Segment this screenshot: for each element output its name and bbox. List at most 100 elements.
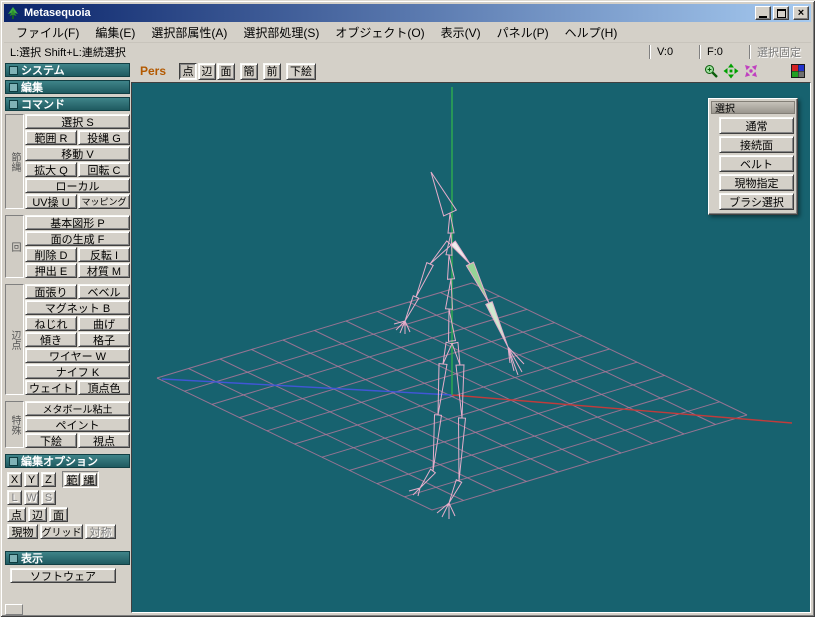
view-mode-label[interactable]: Pers <box>140 64 166 78</box>
symmetry-button[interactable]: 対称 <box>85 524 116 539</box>
vertex-count-label: V:0 <box>657 45 674 58</box>
element-face-button[interactable]: 面 <box>49 507 68 522</box>
menu-bar: ファイル(F) 編集(E) 選択部属性(A) 選択部処理(S) オブジェクト(O… <box>4 22 811 42</box>
maximize-button[interactable] <box>773 6 789 20</box>
menu-help[interactable]: ヘルプ(H) <box>557 22 626 43</box>
cmd-delete-button[interactable]: 削除 D <box>25 247 77 262</box>
axis-x-button[interactable]: X <box>7 472 22 487</box>
group-label-face: 回 <box>5 215 24 278</box>
cmd-invert-button[interactable]: 反転 I <box>78 247 130 262</box>
vt-point-button[interactable]: 点 <box>179 62 198 80</box>
group-label-edgepoint: 辺点 <box>5 284 24 395</box>
app-icon <box>6 6 20 20</box>
vt-underlay-button[interactable]: 下絵 <box>286 62 317 80</box>
menu-object[interactable]: オブジェクト(O) <box>327 22 432 43</box>
menu-view[interactable]: 表示(V) <box>433 22 489 43</box>
rope-button[interactable]: 縄 <box>81 473 97 486</box>
cmd-lasso-button[interactable]: 投縄 G <box>78 130 130 145</box>
cmd-rotate-button[interactable]: 回転 C <box>78 162 130 177</box>
cmd-move-button[interactable]: 移動 V <box>25 146 130 161</box>
coord-world-button[interactable]: W <box>24 490 39 505</box>
cmd-range-button[interactable]: 範囲 R <box>25 130 77 145</box>
menu-panel[interactable]: パネル(P) <box>489 22 557 43</box>
zoom-icon[interactable] <box>703 63 719 79</box>
range-mode-frame: 範 縄 <box>62 471 99 488</box>
cmd-create-face-button[interactable]: 面の生成 F <box>25 231 130 246</box>
menu-selection-proc[interactable]: 選択部処理(S) <box>235 22 327 43</box>
panel-header-edit-options[interactable]: 編集オプション <box>5 454 130 468</box>
close-icon: × <box>797 6 805 19</box>
selection-panel-title[interactable]: 選択 <box>711 101 795 115</box>
renderer-software-button[interactable]: ソフトウェア <box>10 568 116 583</box>
axis-z-button[interactable]: Z <box>41 472 56 487</box>
cmd-select-button[interactable]: 選択 S <box>25 114 130 129</box>
cmd-scale-button[interactable]: 拡大 Q <box>25 162 77 177</box>
cmd-bevel-button[interactable]: ベベル <box>78 284 130 299</box>
cmd-underlay-button[interactable]: 下絵 <box>25 433 77 448</box>
sel-brush-button[interactable]: ブラシ選択 <box>719 193 794 210</box>
cmd-local-button[interactable]: ローカル <box>25 178 130 193</box>
vt-face-button[interactable]: 面 <box>217 62 236 80</box>
partial-panel-tab <box>5 604 23 615</box>
cmd-wire-button[interactable]: ワイヤー W <box>25 348 130 363</box>
cmd-twist-button[interactable]: ねじれ <box>25 316 77 331</box>
cmd-mapping-button[interactable]: マッピング <box>78 194 130 209</box>
cmd-weight-button[interactable]: ウェイト <box>25 380 77 395</box>
command-group-special: 特殊 メタボール粘土 ペイント 下絵 視点 <box>5 401 130 448</box>
cmd-metaball-button[interactable]: メタボール粘土 <box>25 401 130 416</box>
menu-edit[interactable]: 編集(E) <box>87 22 143 43</box>
close-button[interactable]: × <box>793 6 809 20</box>
cmd-face-fill-button[interactable]: 面張り <box>25 284 77 299</box>
sel-connected-face-button[interactable]: 接続面 <box>719 136 794 153</box>
panel-header-display[interactable]: 表示 <box>5 551 130 565</box>
vt-simple-button[interactable]: 簡 <box>240 62 259 80</box>
panel-grip-icon <box>9 99 18 109</box>
current-object-button[interactable]: 現物 <box>7 524 38 539</box>
cmd-uv-button[interactable]: UV操 U <box>25 194 77 209</box>
cmd-extrude-button[interactable]: 押出 E <box>25 263 77 278</box>
sel-pick-object-button[interactable]: 現物指定 <box>719 174 794 191</box>
panel-grip-icon <box>9 82 18 92</box>
panel-grip-icon <box>9 553 18 563</box>
cmd-tilt-button[interactable]: 傾き <box>25 332 77 347</box>
panel-header-command[interactable]: コマンド <box>5 97 130 111</box>
cmd-knife-button[interactable]: ナイフ K <box>25 364 130 379</box>
cmd-view-button[interactable]: 視点 <box>78 433 130 448</box>
maximize-icon <box>776 8 786 18</box>
menu-selection-attr[interactable]: 選択部属性(A) <box>143 22 235 43</box>
element-point-button[interactable]: 点 <box>7 507 26 522</box>
app-window: Metasequoia × ファイル(F) 編集(E) 選択部属性(A) 選択部… <box>0 0 815 617</box>
info-bar: L:選択 Shift+L:連続選択 V:0 F:0 選択固定 <box>4 42 811 60</box>
minimize-button[interactable] <box>755 6 771 20</box>
face-count-label: F:0 <box>707 45 723 58</box>
cmd-material-button[interactable]: 材質 M <box>78 263 130 278</box>
selection-hint: L:選択 Shift+L:連続選択 <box>10 46 126 59</box>
selection-lock-toggle[interactable]: 選択固定 <box>751 44 811 60</box>
cmd-vertex-color-button[interactable]: 頂点色 <box>78 380 130 395</box>
grid-snap-button[interactable]: グリッド <box>40 524 83 539</box>
panel-header-edit[interactable]: 編集 <box>5 80 130 94</box>
pan-icon[interactable] <box>723 63 739 79</box>
cmd-paint-button[interactable]: ペイント <box>25 417 130 432</box>
sel-normal-button[interactable]: 通常 <box>719 117 794 134</box>
range-button[interactable]: 範 <box>64 473 80 486</box>
cmd-primitive-button[interactable]: 基本図形 P <box>25 215 130 230</box>
palette-icon[interactable] <box>790 63 806 79</box>
rotate-icon[interactable] <box>743 63 759 79</box>
title-bar[interactable]: Metasequoia × <box>4 4 811 22</box>
element-edge-button[interactable]: 辺 <box>28 507 47 522</box>
vt-edge-button[interactable]: 辺 <box>198 62 217 80</box>
panel-grip-icon <box>9 456 18 466</box>
viewport-3d[interactable]: 選択 通常 接続面 ベルト 現物指定 ブラシ選択 <box>131 82 811 613</box>
coord-screen-button[interactable]: S <box>41 490 56 505</box>
vt-front-button[interactable]: 前 <box>263 62 282 80</box>
coord-local-button[interactable]: L <box>7 490 22 505</box>
command-group-move: 節縄 選択 S 範囲 R 投縄 G 移動 V 拡大 Q 回転 C ローカル UV… <box>5 114 130 209</box>
cmd-lattice-button[interactable]: 格子 <box>78 332 130 347</box>
menu-file[interactable]: ファイル(F) <box>8 22 87 43</box>
cmd-magnet-button[interactable]: マグネット B <box>25 300 130 315</box>
sel-belt-button[interactable]: ベルト <box>719 155 794 172</box>
panel-header-system[interactable]: システム <box>5 63 130 77</box>
cmd-bend-button[interactable]: 曲げ <box>78 316 130 331</box>
axis-y-button[interactable]: Y <box>24 472 39 487</box>
